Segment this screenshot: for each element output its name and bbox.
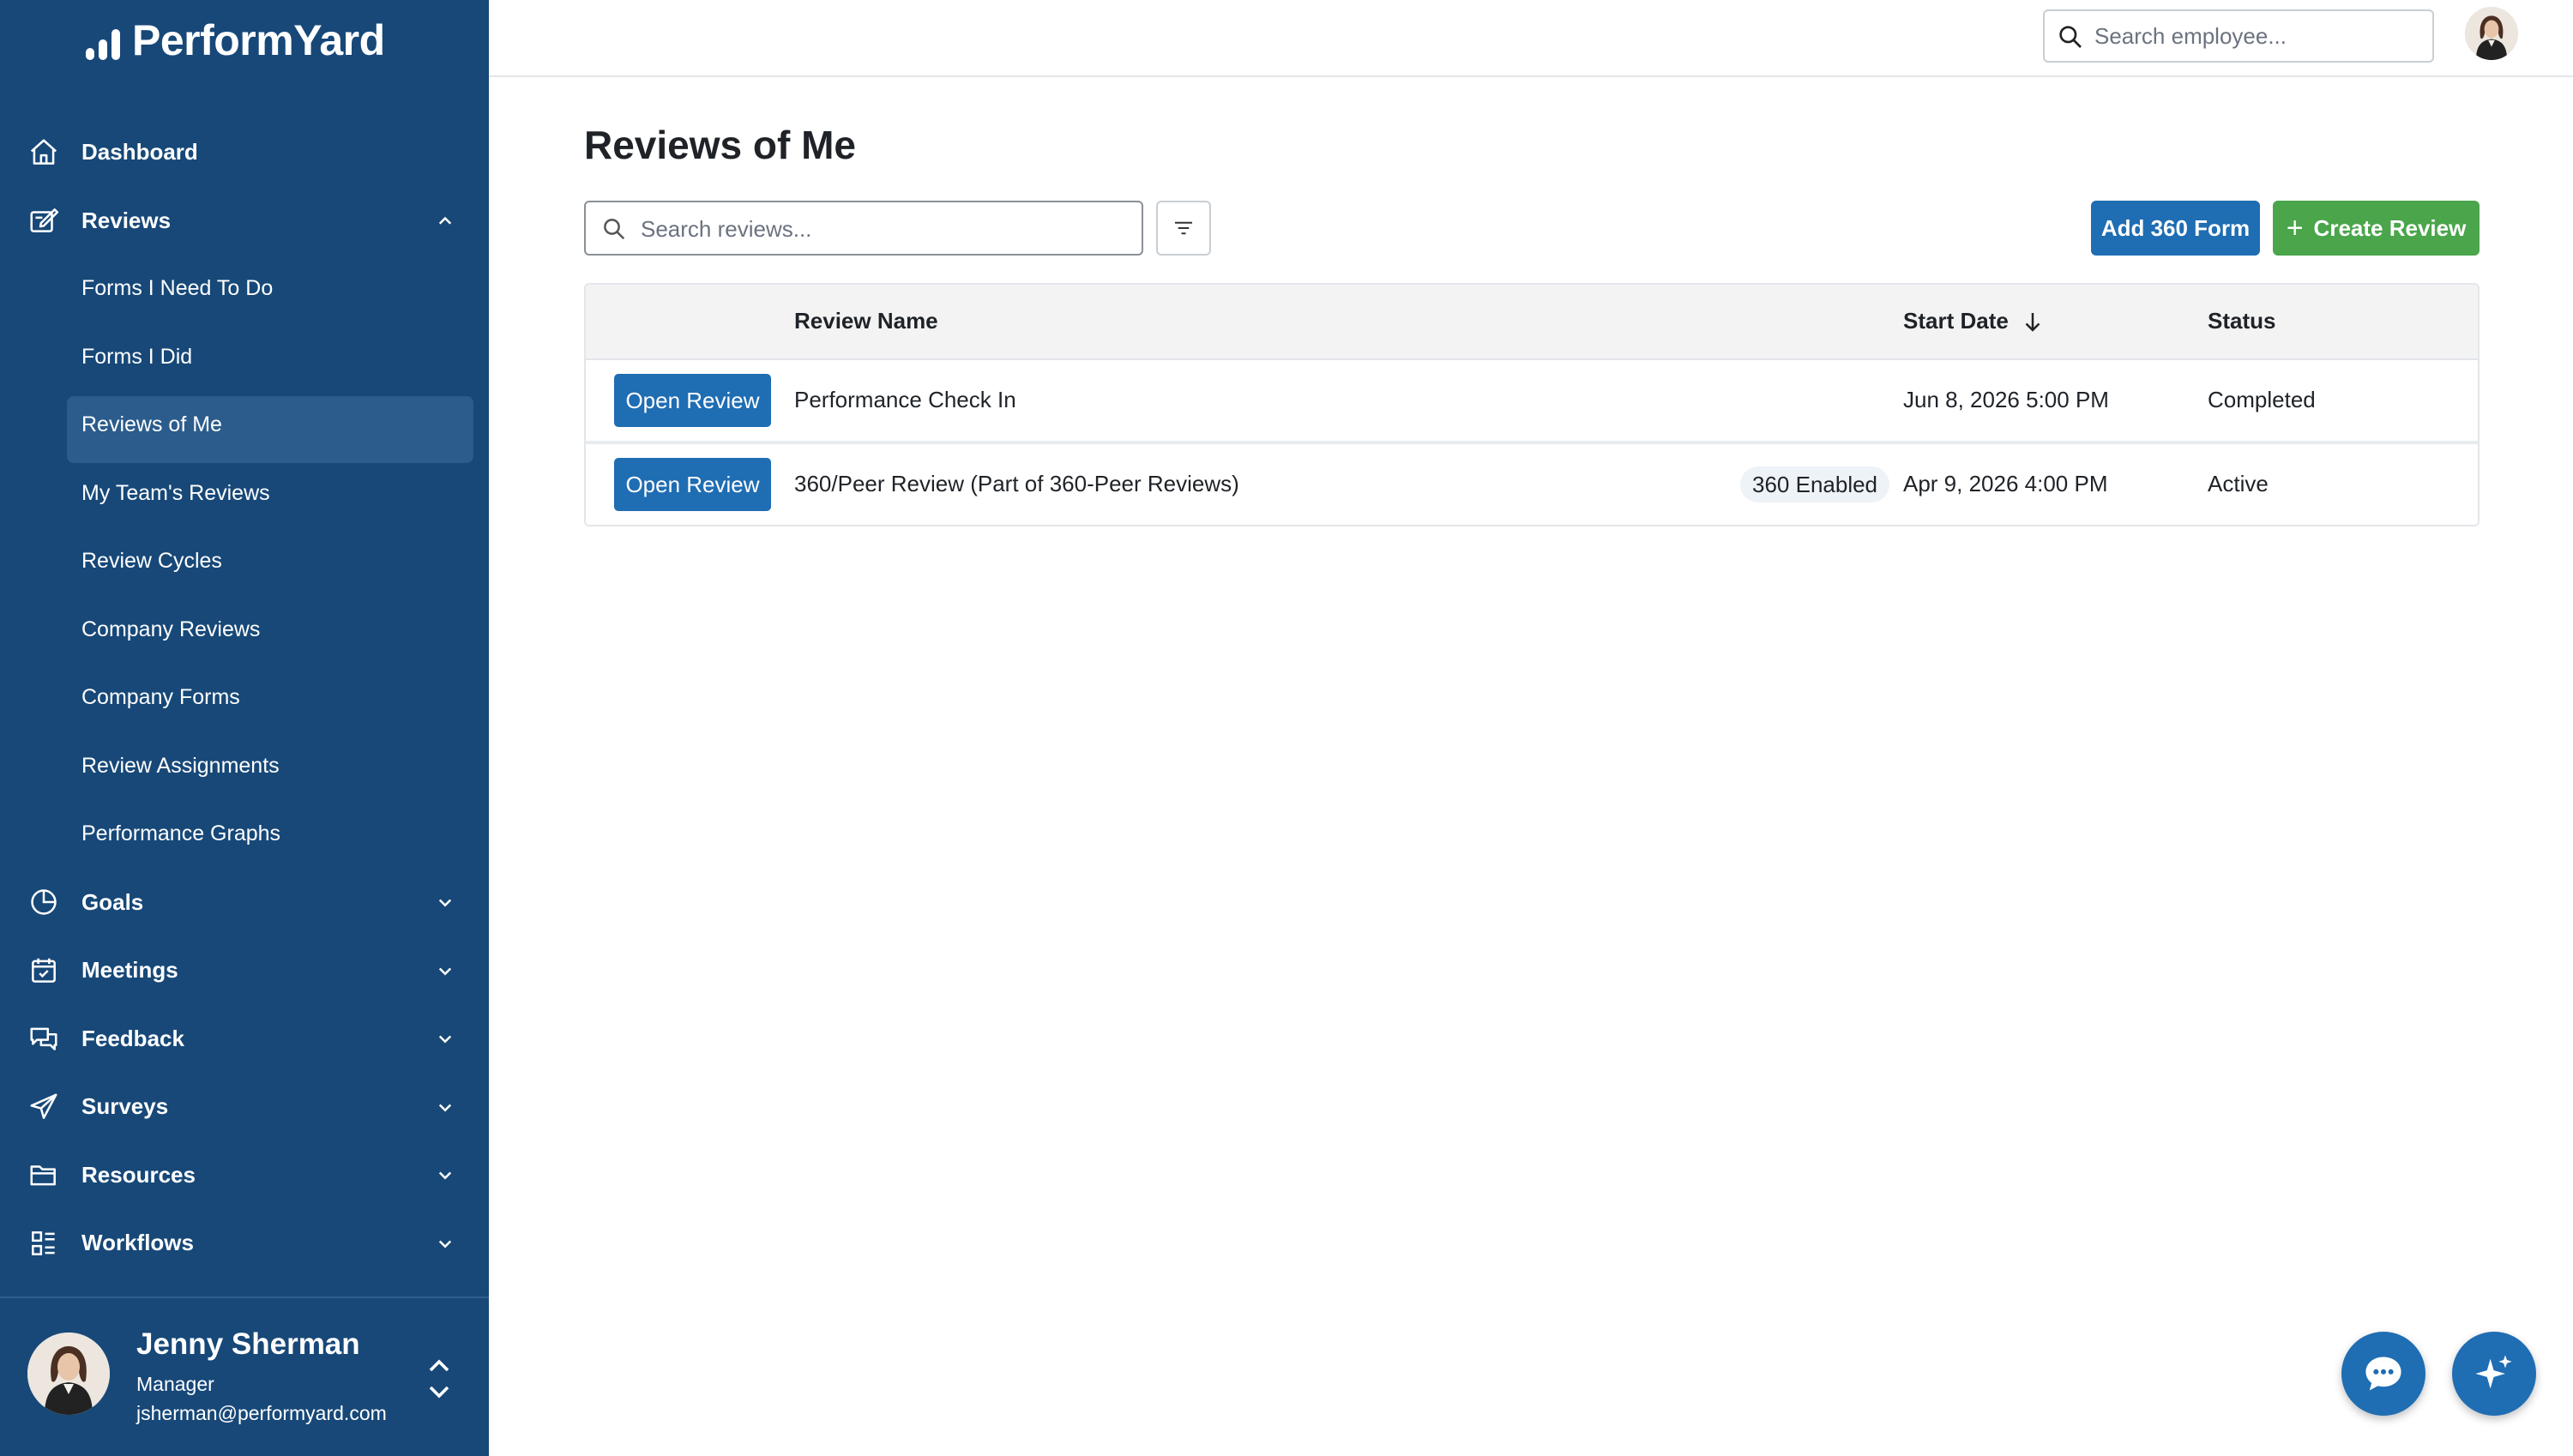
chat-bubble-icon <box>2365 1357 2401 1391</box>
page-title: Reviews of Me <box>584 123 856 167</box>
sidebar-item-reviews[interactable]: Reviews <box>0 187 489 256</box>
chevron-down-icon[interactable] <box>432 889 458 915</box>
sidebar-subitem-label: Forms I Need To Do <box>81 276 274 301</box>
add-360-form-button[interactable]: Add 360 Form <box>2091 201 2260 256</box>
reviews-table: Review Name Start Date Status Open Revie… <box>584 283 2480 526</box>
feedback-icon <box>30 1027 57 1051</box>
user-avatar-menu[interactable] <box>2465 7 2518 60</box>
workflows-icon <box>32 1230 55 1255</box>
table-row: Open Review 360/Peer Review (Part of 360… <box>586 442 2478 525</box>
sidebar-subitem-company-forms[interactable]: Company Forms <box>0 664 489 732</box>
folder-icon <box>30 1165 56 1186</box>
review-name: Performance Check In <box>794 387 1016 412</box>
open-review-button[interactable]: Open Review <box>614 374 771 427</box>
calendar-icon <box>32 958 56 983</box>
sidebar-item-workflows[interactable]: Workflows <box>0 1209 489 1278</box>
filter-icon <box>1175 221 1192 235</box>
chevron-down-icon[interactable] <box>432 1026 458 1051</box>
create-review-label: Create Review <box>2313 214 2467 241</box>
sidebar-subitem-company-reviews[interactable]: Company Reviews <box>0 596 489 665</box>
sidebar-nav: Dashboard Reviews Forms I Need To Do For… <box>0 118 489 1278</box>
sidebar-item-label: Feedback <box>81 1025 184 1051</box>
chevron-up-icon[interactable] <box>432 208 458 233</box>
sidebar-item-label: Reviews <box>81 207 172 233</box>
sidebar-subitem-forms-i-need-to-do[interactable]: Forms I Need To Do <box>0 255 489 323</box>
sidebar: PerformYard Dashboard Reviews Forms I Ne… <box>0 0 489 1456</box>
sidebar-item-label: Workflows <box>81 1230 194 1256</box>
avatar <box>27 1333 110 1415</box>
chevron-down-icon[interactable] <box>432 1162 458 1188</box>
sidebar-subitem-label: Forms I Did <box>81 344 193 369</box>
sidebar-subitem-label: Company Forms <box>81 685 240 710</box>
sidebar-item-label: Surveys <box>81 1093 169 1120</box>
sidebar-subitem-label: Review Cycles <box>81 549 222 574</box>
sidebar-item-label: Resources <box>81 1161 196 1188</box>
chat-button[interactable] <box>2341 1332 2425 1416</box>
chevron-down-icon[interactable] <box>432 1094 458 1120</box>
sidebar-subitem-review-assignments[interactable]: Review Assignments <box>0 732 489 801</box>
360-enabled-badge: 360 Enabled <box>1740 466 1890 502</box>
sidebar-item-label: Goals <box>81 888 144 915</box>
sidebar-subitem-label: Performance Graphs <box>81 821 281 846</box>
user-email: jsherman@performyard.com <box>136 1402 387 1424</box>
column-header-status[interactable]: Status <box>2208 308 2275 334</box>
chevron-down-icon[interactable] <box>432 1230 458 1256</box>
sidebar-item-meetings[interactable]: Meetings <box>0 936 489 1005</box>
search-icon <box>2059 26 2082 48</box>
review-search[interactable] <box>584 201 1143 256</box>
sidebar-item-surveys[interactable]: Surveys <box>0 1073 489 1141</box>
sidebar-item-label: Dashboard <box>81 139 198 165</box>
sidebar-subitem-label: Review Assignments <box>81 753 280 778</box>
create-review-button[interactable]: + Create Review <box>2273 201 2480 256</box>
goals-icon <box>31 889 57 915</box>
sidebar-subitem-review-cycles[interactable]: Review Cycles <box>0 527 489 596</box>
sidebar-subitem-my-teams-reviews[interactable]: My Team's Reviews <box>0 460 489 528</box>
review-search-input[interactable] <box>641 211 1130 247</box>
sidebar-subitem-label: Company Reviews <box>81 617 261 641</box>
plus-icon: + <box>2286 212 2304 244</box>
sidebar-subitem-forms-i-did[interactable]: Forms I Did <box>0 323 489 392</box>
user-profile-card[interactable]: Jenny Sherman Manager jsherman@performya… <box>0 1298 489 1456</box>
sidebar-subitem-performance-graphs[interactable]: Performance Graphs <box>0 800 489 869</box>
employee-search[interactable] <box>2043 9 2434 63</box>
filter-button[interactable] <box>1156 201 1211 256</box>
arrow-down-icon[interactable] <box>2020 309 2046 334</box>
sidebar-subitem-label: Reviews of Me <box>81 412 222 437</box>
open-review-button[interactable]: Open Review <box>614 458 771 511</box>
status-text: Completed <box>2208 387 2316 412</box>
sidebar-item-dashboard[interactable]: Dashboard <box>0 118 489 187</box>
column-header-start-date[interactable]: Start Date <box>1903 308 2009 334</box>
employee-search-input[interactable] <box>2094 18 2420 54</box>
sidebar-item-goals[interactable]: Goals <box>0 869 489 937</box>
sidebar-item-resources[interactable]: Resources <box>0 1141 489 1210</box>
start-date: Apr 9, 2026 4:00 PM <box>1903 471 2108 496</box>
sidebar-subitem-label: My Team's Reviews <box>81 480 270 505</box>
performyard-logo[interactable]: PerformYard <box>86 12 385 69</box>
user-name: Jenny Sherman <box>136 1327 360 1361</box>
home-icon <box>30 139 57 165</box>
sidebar-subitem-reviews-of-me[interactable]: Reviews of Me <box>0 391 489 463</box>
sparkle-icon <box>2475 1355 2512 1389</box>
ai-assistant-button[interactable] <box>2452 1332 2536 1416</box>
send-icon <box>30 1093 57 1119</box>
sidebar-item-label: Meetings <box>81 957 178 984</box>
table-row: Open Review Performance Check In Jun 8, … <box>586 360 2478 442</box>
chevron-up-down-icon[interactable] <box>425 1355 453 1403</box>
search-icon <box>604 219 625 240</box>
brand-name: PerformYard <box>132 16 385 64</box>
user-role: Manager <box>136 1373 214 1395</box>
logo-bars-icon <box>86 21 120 60</box>
sidebar-item-feedback[interactable]: Feedback <box>0 1005 489 1074</box>
chevron-down-icon[interactable] <box>432 958 458 984</box>
start-date: Jun 8, 2026 5:00 PM <box>1903 387 2109 412</box>
review-name: 360/Peer Review (Part of 360-Peer Review… <box>794 471 1239 496</box>
table-header: Review Name Start Date Status <box>586 285 2478 360</box>
status-text: Active <box>2208 471 2269 496</box>
top-bar <box>489 0 2573 77</box>
reviews-icon <box>30 208 59 233</box>
column-header-review-name[interactable]: Review Name <box>794 308 938 334</box>
